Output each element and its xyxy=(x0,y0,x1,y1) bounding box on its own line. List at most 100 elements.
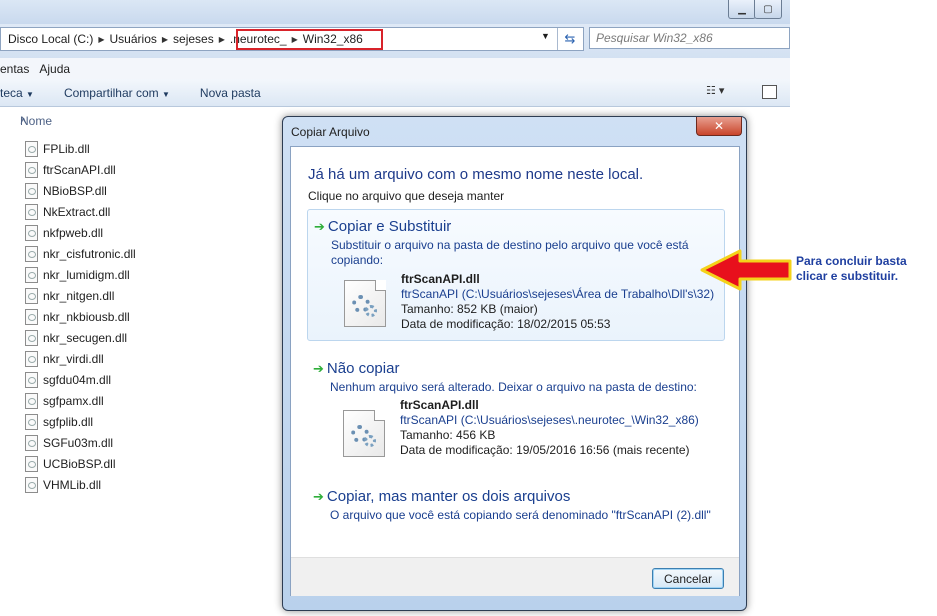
dll-file-icon xyxy=(25,309,38,325)
file-row[interactable]: nkfpweb.dll xyxy=(25,223,103,243)
minimize-button[interactable]: ▁ xyxy=(728,0,756,19)
file-row[interactable]: sgfplib.dll xyxy=(25,412,93,432)
close-icon[interactable]: ✕ xyxy=(696,117,742,136)
file-row[interactable]: nkr_cisfutronic.dll xyxy=(25,244,136,264)
file-name: nkr_nkbiousb.dll xyxy=(43,310,130,324)
breadcrumb-separator-icon[interactable]: ▶ xyxy=(96,35,106,44)
file-row[interactable]: VHMLib.dll xyxy=(25,475,101,495)
file-name: nkr_cisfutronic.dll xyxy=(43,247,136,261)
dll-file-icon xyxy=(25,225,38,241)
dll-file-icon xyxy=(25,183,38,199)
column-header-name[interactable]: Nome ˄ xyxy=(0,107,300,131)
dialog-heading: Já há um arquivo com o mesmo nome neste … xyxy=(308,166,644,183)
file-name: ftrScanAPI.dll xyxy=(400,398,479,412)
dll-file-icon xyxy=(25,330,38,346)
file-name: NkExtract.dll xyxy=(43,205,111,219)
menu-help[interactable]: Ajuda xyxy=(34,62,75,76)
option-title: Copiar, mas manter os dois arquivos xyxy=(326,488,571,505)
cancel-button[interactable]: Cancelar xyxy=(652,568,724,589)
dll-file-icon xyxy=(25,414,38,430)
dll-file-icon xyxy=(25,393,38,409)
file-name: NBioBSP.dll xyxy=(43,184,107,198)
option-dont-copy[interactable]: ➔ Não copiar Nenhum arquivo será alterado… xyxy=(307,357,725,475)
file-row[interactable]: FPLib.dll xyxy=(25,139,90,159)
annotation-line2: clicar e substituir. xyxy=(796,269,899,283)
red-arrow-icon xyxy=(700,249,792,291)
maximize-button[interactable]: ▢ xyxy=(754,0,782,19)
file-row[interactable]: nkr_lumidigm.dll xyxy=(25,265,130,285)
share-button[interactable]: Compartilhar com ▼ xyxy=(42,86,178,100)
highlight-box xyxy=(236,29,383,50)
file-row[interactable]: nkr_nitgen.dll xyxy=(25,286,114,306)
option-title: Copiar e Substituir xyxy=(327,218,452,235)
file-row[interactable]: SGFu03m.dll xyxy=(25,433,113,453)
file-modified: Data de modificação: 18/02/2015 05:53 xyxy=(401,317,611,331)
view-options-icon[interactable]: ☷ ▾ xyxy=(706,84,724,97)
breadcrumb-separator-icon[interactable]: ▶ xyxy=(217,35,227,44)
file-row[interactable]: sgfdu04m.dll xyxy=(25,370,111,390)
breadcrumb-separator-icon[interactable]: ▶ xyxy=(160,35,170,44)
file-name: VHMLib.dll xyxy=(43,478,102,492)
dll-file-icon xyxy=(344,280,386,327)
file-row[interactable]: NkExtract.dll xyxy=(25,202,110,222)
window-titlebar: ▁ ▢ xyxy=(0,0,790,24)
share-label: Compartilhar com xyxy=(63,85,159,100)
annotation-text: Para concluir basta clicar e substituir. xyxy=(796,254,937,284)
option-description: Substituir o arquivo na pasta de destino… xyxy=(331,238,689,267)
file-row[interactable]: nkr_secugen.dll xyxy=(25,328,127,348)
dll-file-icon xyxy=(25,435,38,451)
file-name: ftrScanAPI.dll xyxy=(43,163,116,177)
green-arrow-icon: ➔ xyxy=(313,361,324,376)
file-row[interactable]: NBioBSP.dll xyxy=(25,181,107,201)
dll-file-icon xyxy=(25,204,38,220)
file-name: sgfdu04m.dll xyxy=(43,373,112,387)
file-name: nkfpweb.dll xyxy=(43,226,104,240)
dialog-title: Copiar Arquivo xyxy=(291,125,370,139)
file-row[interactable]: UCBioBSP.dll xyxy=(25,454,115,474)
option-keep-both[interactable]: ➔ Copiar, mas manter os dois arquivos O a… xyxy=(307,485,725,527)
library-label: teca xyxy=(0,85,23,100)
dll-file-icon xyxy=(25,288,38,304)
file-row[interactable]: sgfpamx.dll xyxy=(25,391,104,411)
file-row[interactable]: nkr_nkbiousb.dll xyxy=(25,307,130,327)
chevron-down-icon[interactable]: ▼ xyxy=(541,31,550,41)
file-size: Tamanho: 456 KB xyxy=(400,428,496,442)
chevron-down-icon: ▼ xyxy=(162,89,170,99)
breadcrumb-disk[interactable]: Disco Local (C:) xyxy=(1,32,96,46)
sort-up-icon: ˄ xyxy=(20,114,28,128)
dialog-body: Já há um arquivo com o mesmo nome neste … xyxy=(290,146,740,596)
file-name: nkr_lumidigm.dll xyxy=(43,268,130,282)
file-name: nkr_nitgen.dll xyxy=(43,289,115,303)
breadcrumb-user[interactable]: sejeses xyxy=(170,32,217,46)
library-button[interactable]: teca ▼ xyxy=(0,86,42,100)
preview-pane-icon[interactable] xyxy=(762,85,777,99)
file-name: sgfplib.dll xyxy=(43,415,94,429)
dll-file-icon xyxy=(343,410,385,457)
green-arrow-icon: ➔ xyxy=(314,219,325,234)
dll-file-icon xyxy=(25,267,38,283)
option-copy-replace[interactable]: ➔ Copiar e Substituir Substituir o arquiv… xyxy=(307,209,725,341)
dll-file-icon xyxy=(25,246,38,262)
file-row[interactable]: ftrScanAPI.dll xyxy=(25,160,116,180)
dialog-footer: Cancelar xyxy=(291,557,739,596)
menu-bar: entas Ajuda xyxy=(0,58,790,79)
file-size: Tamanho: 852 KB (maior) xyxy=(401,302,538,316)
file-modified: Data de modificação: 19/05/2016 16:56 (m… xyxy=(400,443,690,457)
dll-file-icon xyxy=(25,351,38,367)
option-title: Não copiar xyxy=(326,360,400,377)
refresh-icon[interactable]: ⇆ xyxy=(557,28,582,50)
file-name: sgfpamx.dll xyxy=(43,394,104,408)
file-row[interactable]: nkr_virdi.dll xyxy=(25,349,104,369)
search-input[interactable]: Pesquisar Win32_x86 xyxy=(589,27,790,49)
file-name: UCBioBSP.dll xyxy=(43,457,116,471)
new-folder-button[interactable]: Nova pasta xyxy=(178,86,269,100)
green-arrow-icon: ➔ xyxy=(313,489,324,504)
file-name: nkr_virdi.dll xyxy=(43,352,104,366)
file-name: nkr_secugen.dll xyxy=(43,331,128,345)
breadcrumb-users[interactable]: Usuários xyxy=(107,32,160,46)
address-field[interactable]: Disco Local (C:) ▶ Usuários ▶ sejeses ▶ … xyxy=(0,27,584,51)
file-name: ftrScanAPI.dll xyxy=(401,272,480,286)
address-bar-area: Disco Local (C:) ▶ Usuários ▶ sejeses ▶ … xyxy=(0,24,790,58)
menu-tools[interactable]: entas xyxy=(0,62,34,76)
option-description: O arquivo que você está copiando será de… xyxy=(330,508,711,522)
